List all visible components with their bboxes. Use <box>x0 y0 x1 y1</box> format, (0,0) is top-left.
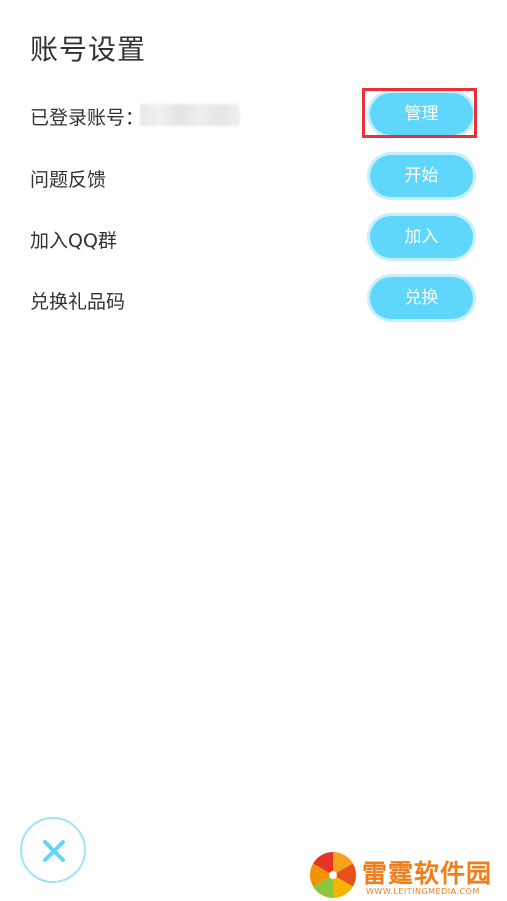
close-button[interactable] <box>20 817 86 883</box>
masked-account-value <box>140 104 240 126</box>
row-redeem-gift-code: 兑换礼品码 兑换 <box>0 274 507 322</box>
join-button[interactable]: 加入 <box>370 216 473 258</box>
orange-slice-logo-icon <box>310 852 356 898</box>
start-feedback-button[interactable]: 开始 <box>370 155 473 197</box>
feedback-label: 问题反馈 <box>30 169 107 191</box>
watermark-url: WWW.LEITINGMEDIA.COM <box>366 887 480 896</box>
redeem-button[interactable]: 兑换 <box>370 277 473 319</box>
watermark-name: 雷霆软件园 <box>362 859 493 888</box>
row-feedback: 问题反馈 开始 <box>0 152 507 200</box>
redeem-gift-code-label: 兑换礼品码 <box>30 291 126 313</box>
row-logged-in-account: 已登录账号： 管理 <box>0 88 507 138</box>
account-settings-screen: 账号设置 已登录账号： 管理 问题反馈 开始 加入QQ群 加入 兑换礼品码 兑换 <box>0 0 507 901</box>
close-icon <box>43 840 65 862</box>
watermark: 雷霆软件园 WWW.LEITINGMEDIA.COM <box>308 850 504 900</box>
logged-in-account-label: 已登录账号： <box>30 107 145 129</box>
row-join-qq-group: 加入QQ群 加入 <box>0 213 507 261</box>
manage-button[interactable]: 管理 <box>370 93 473 135</box>
join-qq-group-label: 加入QQ群 <box>30 230 117 252</box>
page-title: 账号设置 <box>30 33 147 66</box>
